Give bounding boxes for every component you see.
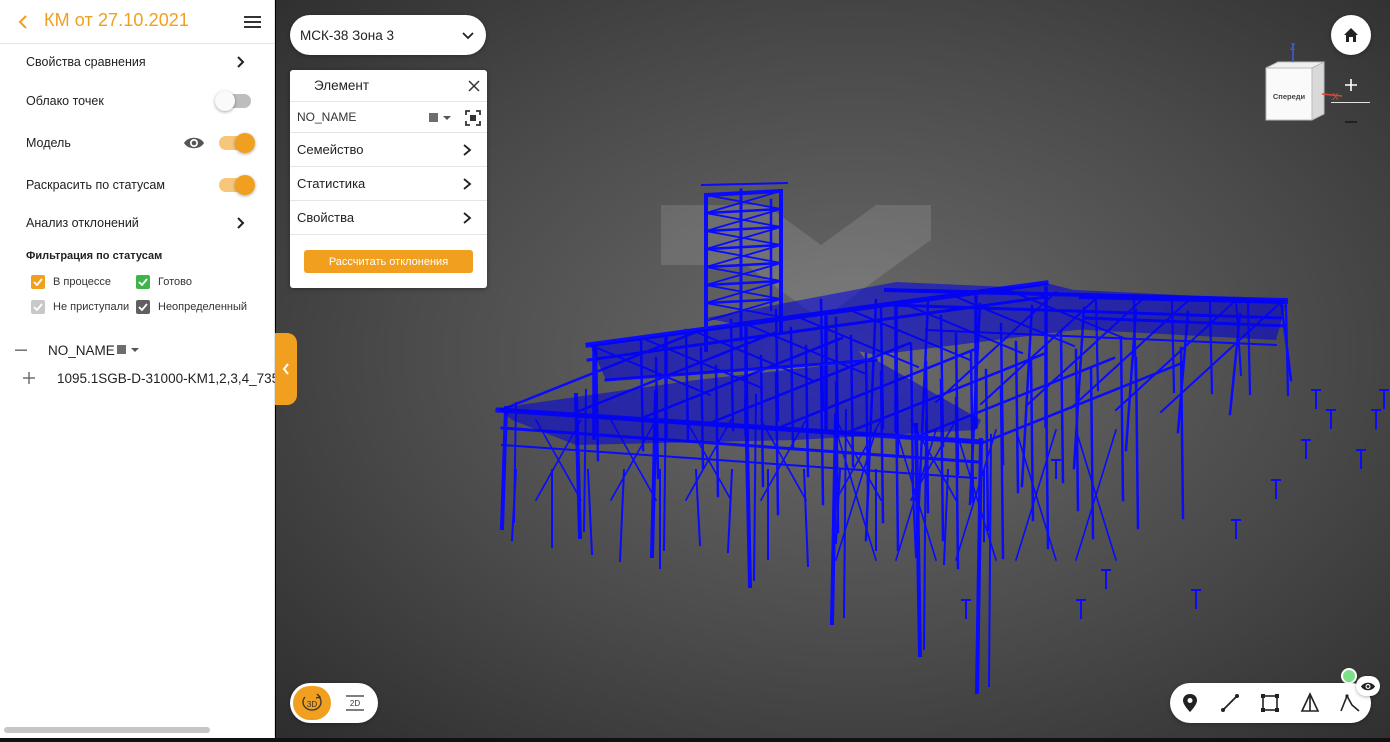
sidebar-header: КМ от 27.10.2021 — [0, 0, 274, 44]
box-select-icon[interactable] — [1259, 692, 1281, 714]
family-label: Семейство — [297, 142, 364, 157]
checkbox — [31, 300, 45, 314]
tree-item-label: NO_NAME — [48, 342, 115, 358]
deviation-analysis-row[interactable]: Анализ отклонений — [0, 207, 275, 239]
zone-select-value: МСК-38 Зона 3 — [300, 27, 395, 43]
cube-face-label: Спереди — [1273, 92, 1306, 101]
compare-props-row[interactable]: Свойства сравнения — [0, 46, 275, 78]
properties-row[interactable]: Свойства — [290, 201, 487, 235]
filter-label: В процессе — [53, 276, 111, 288]
ruler-icon[interactable] — [1219, 692, 1241, 714]
sidebar: КМ от 27.10.2021 Свойства сравнения Обла… — [0, 0, 275, 738]
filter-label: Неопределенный — [158, 301, 248, 313]
point-cloud-toggle[interactable] — [215, 91, 251, 111]
focus-icon[interactable] — [465, 110, 481, 126]
filter-label: Не приступали — [53, 301, 130, 313]
color-swatch — [429, 113, 438, 122]
checkbox — [136, 275, 150, 289]
chevron-right-icon — [463, 178, 472, 190]
close-icon[interactable] — [467, 79, 481, 93]
axis-z-label: Z — [1290, 42, 1296, 52]
eye-icon[interactable] — [183, 135, 205, 151]
family-row[interactable]: Семейство — [290, 133, 487, 167]
compare-props-label: Свойства сравнения — [26, 55, 146, 69]
svg-text:3D: 3D — [307, 700, 317, 709]
visibility-toggle[interactable] — [1356, 676, 1380, 696]
menu-button[interactable] — [243, 14, 263, 30]
collapse-icon[interactable] — [14, 343, 28, 357]
color-by-status-toggle[interactable] — [219, 175, 255, 195]
tree-item-root[interactable]: NO_NAME — [0, 337, 275, 363]
filter-in-progress[interactable]: В процессе — [31, 273, 111, 291]
chevron-right-icon — [463, 212, 472, 224]
zoom-out-button[interactable] — [1340, 111, 1362, 133]
svg-text:2D: 2D — [350, 699, 360, 708]
color-by-status-label: Раскрасить по статусам — [26, 178, 165, 192]
element-panel-title: Элемент — [314, 78, 370, 93]
statistics-label: Статистика — [297, 176, 366, 191]
point-cloud-row: Облако точек — [0, 85, 275, 117]
zoom-divider — [1331, 102, 1370, 103]
checkbox — [136, 300, 150, 314]
collapse-sidebar-tab[interactable] — [275, 333, 297, 405]
3d-icon: 3D — [302, 693, 322, 711]
model-row: Модель — [0, 127, 275, 159]
chevron-down-icon — [462, 32, 474, 40]
checkbox — [31, 275, 45, 289]
filter-label: Готово — [158, 276, 192, 288]
view-mode-switch: 3D 2D — [290, 683, 378, 723]
element-panel: Элемент NO_NAME Семейство Статистика Сво… — [290, 70, 487, 288]
tree-item-child[interactable]: 1095.1SGB-D-31000-KM1,2,3,4_735 — [0, 365, 275, 391]
back-button[interactable] — [14, 12, 32, 32]
profile-icon[interactable] — [1339, 692, 1361, 714]
filter-undefined[interactable]: Неопределенный — [136, 298, 247, 316]
color-swatch — [117, 345, 126, 354]
pin-icon[interactable] — [1179, 692, 1201, 714]
zone-select[interactable]: МСК-38 Зона 3 — [290, 15, 486, 55]
calculate-deviations-button[interactable]: Рассчитать отклонения — [304, 250, 473, 273]
hamburger-icon — [244, 16, 261, 28]
point-cloud-label: Облако точек — [26, 94, 104, 108]
caret-down-icon[interactable] — [442, 114, 452, 122]
chevron-left-icon — [282, 363, 289, 375]
properties-label: Свойства — [297, 210, 355, 225]
view-cube[interactable]: Z X Спереди — [1256, 38, 1346, 128]
model-toggle[interactable] — [219, 133, 255, 153]
element-name: NO_NAME — [297, 110, 357, 124]
chevron-left-icon — [18, 15, 27, 29]
filter-not-started[interactable]: Не приступали — [31, 298, 129, 316]
element-select-row: NO_NAME — [290, 102, 487, 133]
horizontal-scrollbar[interactable] — [4, 727, 210, 733]
chevron-right-icon — [463, 144, 472, 156]
filter-done[interactable]: Готово — [136, 273, 192, 291]
deviation-analysis-label: Анализ отклонений — [26, 216, 139, 230]
mode-3d-button[interactable]: 3D — [293, 686, 331, 720]
section-icon[interactable] — [1299, 692, 1321, 714]
tools-toolbar — [1170, 683, 1371, 723]
chevron-right-icon — [237, 56, 245, 68]
expand-icon[interactable] — [22, 371, 36, 385]
page-title: КМ от 27.10.2021 — [44, 10, 190, 30]
status-indicator — [1341, 668, 1357, 684]
statistics-row[interactable]: Статистика — [290, 167, 487, 201]
filter-title: Фильтрация по статусам — [26, 250, 163, 262]
model-label: Модель — [26, 136, 71, 150]
mode-2d-button[interactable]: 2D — [340, 689, 370, 717]
chevron-right-icon — [237, 217, 245, 229]
caret-down-icon[interactable] — [130, 346, 140, 354]
element-panel-header: Элемент — [290, 70, 487, 102]
eye-icon — [1361, 682, 1375, 690]
bottom-edge — [0, 738, 1390, 742]
color-by-status-row: Раскрасить по статусам — [0, 169, 275, 201]
tree-item-label: 1095.1SGB-D-31000-KM1,2,3,4_735 — [57, 370, 275, 386]
2d-icon: 2D — [346, 695, 364, 711]
zoom-in-button[interactable] — [1340, 74, 1362, 96]
